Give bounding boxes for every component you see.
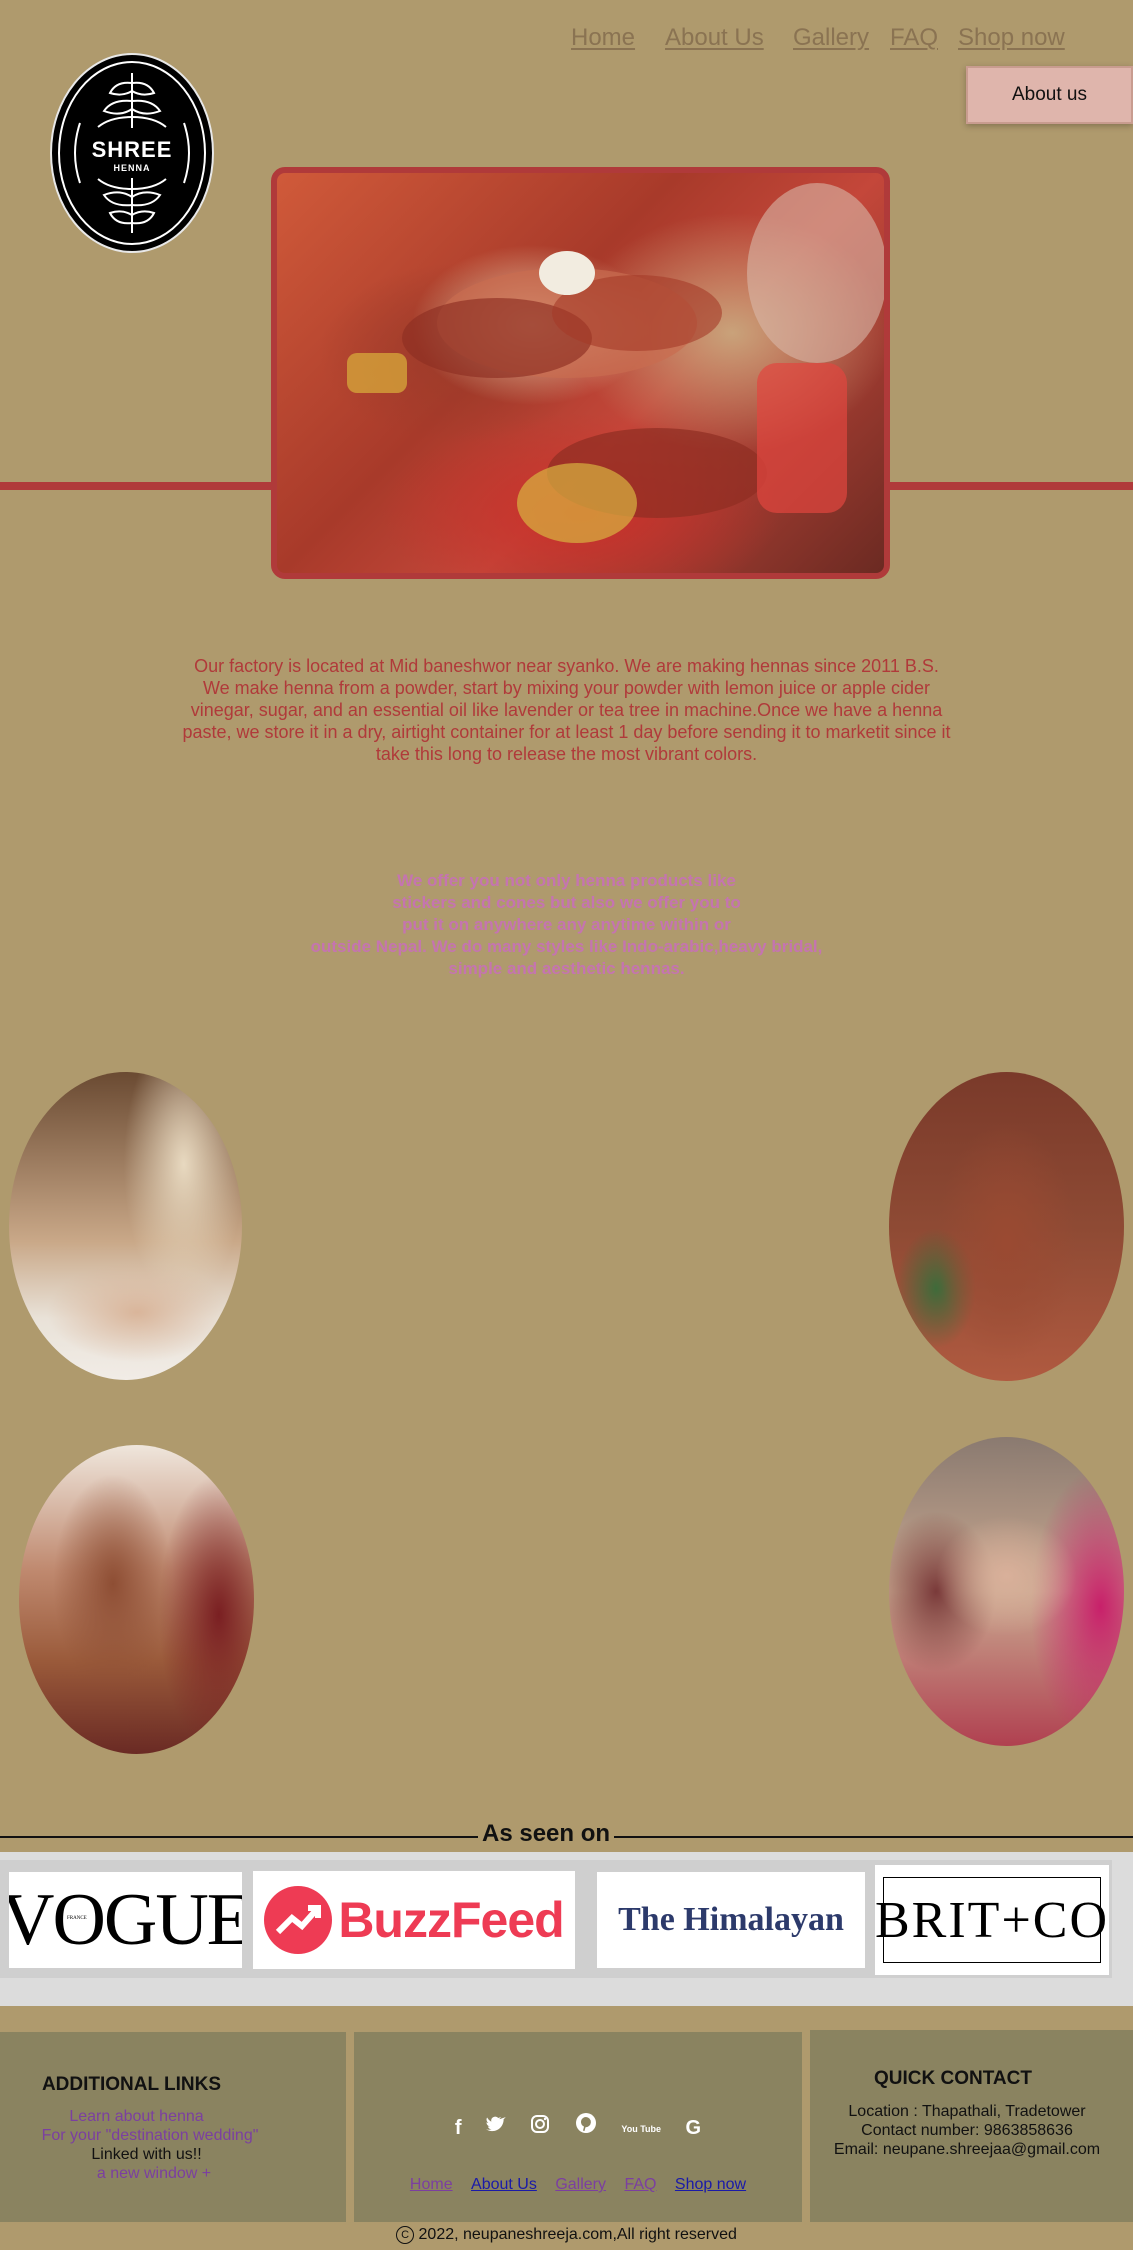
shree-henna-logo[interactable]: SHREE HENNA [50,53,214,253]
britco-text: BRIT+CO [875,1891,1109,1949]
services-line: We offer you not only henna products lik… [397,871,736,890]
nav-home[interactable]: Home [571,24,635,52]
instagram-icon[interactable] [530,2114,550,2140]
henna-hands-illustration [347,183,884,543]
buzzfeed-arrow-icon [264,1886,333,1954]
contact-email: Email: neupane.shreejaa@gmail.com [833,2141,1101,2158]
vogue-small-text: FRANCE [67,1916,87,1921]
pinterest-icon[interactable] [575,2112,597,2140]
gallery-image-hands-henna [889,1072,1124,1381]
footer-nav-gallery[interactable]: Gallery [555,2176,606,2193]
services-line: outside Nepal. We do many styles like In… [310,937,823,956]
brand-buzzfeed-logo[interactable]: BuzzFeed [253,1871,575,1969]
copyright-icon: C [396,2226,415,2244]
gallery-image-applying-henna [889,1437,1124,1746]
nav-about[interactable]: About Us [665,24,764,52]
seen-on-title: As seen on [478,1820,615,1848]
learn-about-henna-link[interactable]: Learn about henna [0,2108,273,2126]
copyright-text: 2022, neupaneshreeja.com,All right reser… [418,2226,737,2244]
himalayan-text: The Himalayan [618,1901,844,1938]
youtube-label: You Tube [621,2124,662,2135]
additional-links-heading: ADDITIONAL LINKS [41,2074,222,2095]
contact-location: Location : Thapathali, Tradetower [848,2103,1086,2120]
footer-quick-contact: QUICK CONTACT Location : Thapathali, Tra… [810,2030,1133,2222]
services-line: stickers and cones but also we offer you… [392,893,741,912]
nav-shop[interactable]: Shop now [958,24,1065,52]
logo-title: SHREE [91,137,173,162]
linked-with-us-link[interactable]: Linked with us!! [0,2146,293,2164]
brand-himalayan-logo[interactable]: The Himalayan [597,1872,865,1968]
britco-frame: BRIT+CO [875,1877,1107,1963]
brand-vogue-logo[interactable]: FRANCE VOGUE [9,1872,242,1968]
social-icons: f You Tube G [354,2112,802,2140]
services-description: We offer you not only henna products lik… [290,870,843,980]
google-icon[interactable]: G [686,2117,702,2140]
footer-nav-shop[interactable]: Shop now [675,2176,746,2193]
brand-britco-logo[interactable]: BRIT+CO [875,1865,1109,1975]
hero-henna-hands-image [271,167,890,579]
footer-nav-faq[interactable]: FAQ [624,2176,656,2193]
footer-nav: Home About Us Gallery FAQ Shop now [354,2176,802,2194]
buzzfeed-text: BuzzFeed [338,1892,564,1948]
footer-nav-about[interactable]: About Us [471,2176,537,2193]
services-line: put it on anywhere any anytime within or [402,915,731,934]
services-line: simple and aesthetic hennas. [448,959,685,978]
about-us-button[interactable]: About us [966,66,1133,124]
twitter-icon[interactable] [486,2116,506,2140]
factory-description: Our factory is located at Mid baneshwor … [182,656,951,764]
gallery-image-bridal-hand [19,1445,254,1754]
contact-phone: Contact number: 9863858636 [861,2122,1073,2139]
vogue-text: VOGUE [9,1878,242,1961]
new-window-link[interactable]: a new window + [0,2165,308,2183]
footer-nav-home[interactable]: Home [410,2176,453,2193]
destination-wedding-link[interactable]: For your "destination wedding" [0,2127,300,2145]
copyright: C 2022, neupaneshreeja.com,All right res… [0,2226,1133,2244]
footer-additional-links: ADDITIONAL LINKS Learn about henna For y… [0,2032,346,2222]
logo-subtitle: HENNA [113,163,151,173]
youtube-icon[interactable]: You Tube [621,2125,661,2134]
gallery-image-feet-henna [9,1072,242,1380]
facebook-icon[interactable]: f [455,2117,462,2140]
nav-gallery[interactable]: Gallery [793,24,869,52]
footer-social-nav: f You Tube G Home About Us Gallery FAQ S… [354,2032,802,2222]
nav-faq[interactable]: FAQ [890,24,938,52]
quick-contact-heading: QUICK CONTACT [874,2068,1032,2089]
